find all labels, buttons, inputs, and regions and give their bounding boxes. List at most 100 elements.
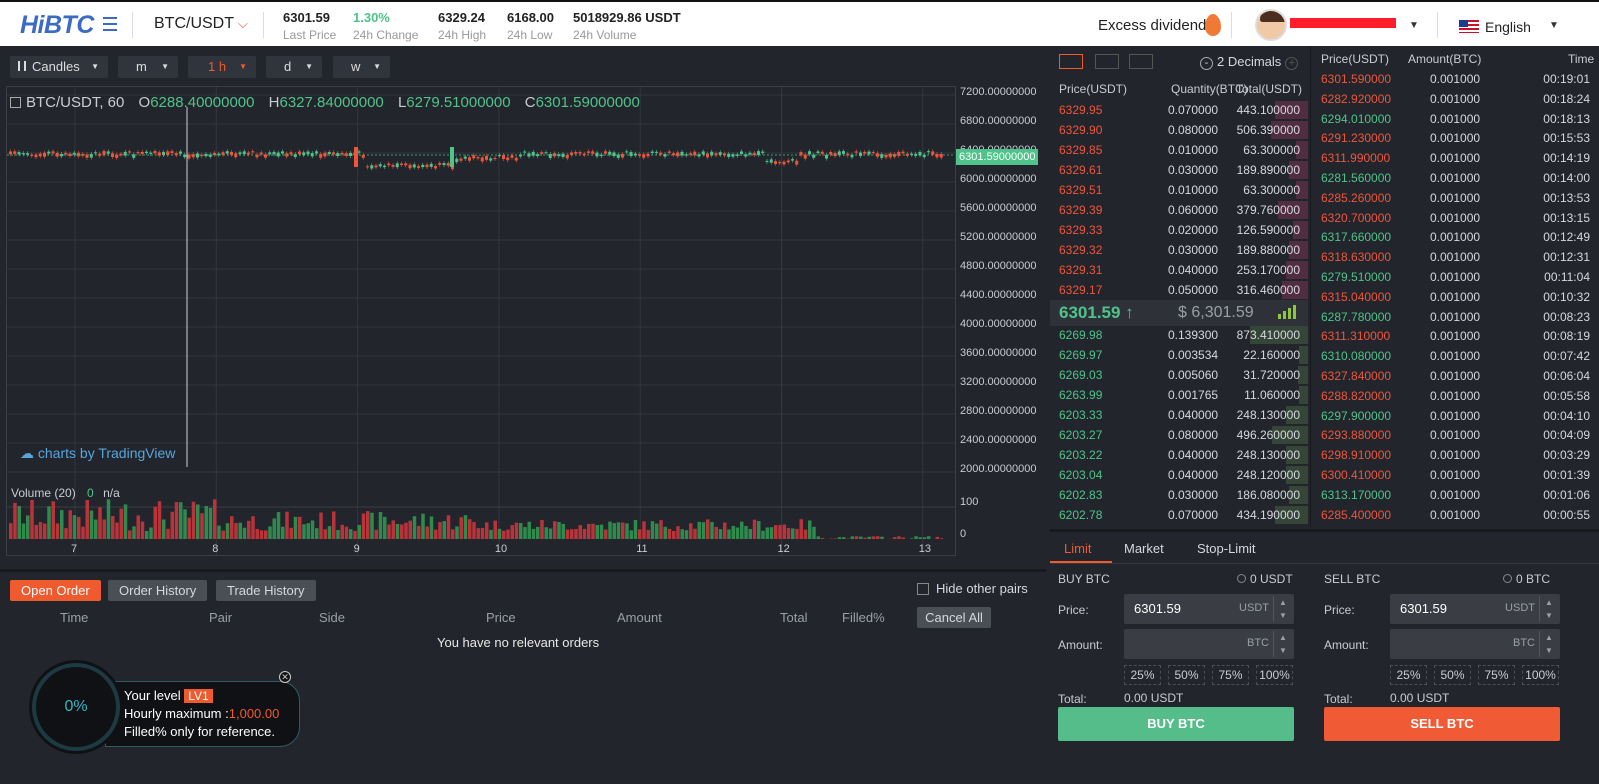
bid-row[interactable]: 6203.04 0.040000 248.120000 — [1050, 465, 1308, 485]
close-icon[interactable]: ✕ — [279, 671, 291, 683]
volume-bar — [565, 529, 570, 539]
volume-bar — [595, 524, 599, 539]
ask-row[interactable]: 6329.39 0.060000 379.760000 — [1050, 200, 1308, 220]
ob-cell: 6329.90 — [1059, 123, 1103, 137]
sell-pct-100[interactable]: 100% — [1522, 665, 1559, 685]
tab-order-history[interactable]: Order History — [108, 580, 208, 601]
excess-dividend-link[interactable]: Excess dividend — [1098, 17, 1206, 34]
user-menu-chevron-icon[interactable]: ▼ — [1409, 20, 1419, 31]
avatar[interactable] — [1255, 9, 1287, 41]
language-selector[interactable]: English — [1485, 19, 1531, 35]
collapse-icon[interactable] — [10, 97, 21, 108]
tab-stop-limit[interactable]: Stop-Limit — [1197, 541, 1256, 556]
chart-type-dropdown[interactable]: Candles ▼ — [10, 56, 108, 78]
tab-trade-history[interactable]: Trade History — [216, 580, 316, 601]
bid-row[interactable]: 6269.97 0.003534 22.160000 — [1050, 345, 1308, 365]
candle — [89, 153, 93, 158]
col-side: Side — [319, 610, 346, 625]
ask-row[interactable]: 6329.95 0.070000 443.100000 — [1050, 100, 1308, 120]
candle — [187, 154, 191, 159]
language-chevron-icon[interactable]: ▼ — [1549, 20, 1559, 31]
book-asks-icon[interactable] — [1129, 54, 1153, 69]
candle — [51, 151, 55, 154]
bid-row[interactable]: 6203.33 0.040000 248.130000 — [1050, 405, 1308, 425]
buy-pct-75[interactable]: 75% — [1212, 665, 1249, 685]
ask-row[interactable]: 6329.85 0.010000 63.300000 — [1050, 140, 1308, 160]
candle — [633, 153, 637, 156]
ob-cell: 6269.03 — [1059, 368, 1103, 382]
volume-bar — [740, 521, 744, 539]
trade-cell: 0.001000 — [1430, 369, 1481, 383]
hide-other-pairs-label[interactable]: Hide other pairs — [936, 581, 1028, 596]
sell-price-input[interactable]: 6301.59 USDT ▲ ▼ — [1390, 594, 1560, 624]
bid-row[interactable]: 6269.03 0.005060 31.720000 — [1050, 365, 1308, 385]
buy-pct-25[interactable]: 25% — [1124, 665, 1161, 685]
buy-amount-input[interactable]: BTC ▲ ▼ — [1124, 629, 1294, 659]
trade-cell: 00:08:19 — [1543, 329, 1590, 344]
trade-cell: 6288.820000 — [1321, 388, 1392, 403]
empty-orders-message: You have no relevant orders — [437, 635, 600, 650]
tab-open-order[interactable]: Open Order — [10, 580, 101, 601]
sell-pct-75[interactable]: 75% — [1478, 665, 1515, 685]
interval-minutes[interactable]: m ▼ — [118, 56, 178, 78]
candle — [888, 153, 892, 158]
bid-row[interactable]: 6203.27 0.080000 496.260000 — [1050, 425, 1308, 445]
sell-button[interactable]: SELL BTC — [1324, 707, 1560, 741]
ask-row[interactable]: 6329.17 0.050000 316.460000 — [1050, 280, 1308, 300]
trade-cell: 6279.510000 — [1321, 270, 1392, 284]
interval-weeks[interactable]: w ▼ — [333, 56, 390, 78]
volume-bar — [638, 529, 642, 539]
volume-bar — [149, 527, 153, 539]
candlestick-plot[interactable] — [6, 86, 956, 556]
ask-row[interactable]: 6329.31 0.040000 253.170000 — [1050, 260, 1308, 280]
interval-days[interactable]: d ▼ — [266, 56, 322, 78]
volume-bar — [332, 511, 336, 539]
volume-bar — [939, 538, 944, 539]
candle — [9, 151, 12, 155]
book-bids-icon[interactable] — [1095, 54, 1119, 69]
buy-price-input[interactable]: 6301.59 USDT ▲ ▼ — [1124, 594, 1294, 624]
decimals-selector[interactable]: -2 Decimals + — [1200, 54, 1299, 70]
volume-bar — [463, 515, 468, 539]
hibtc-logo[interactable]: HiBTC — [20, 11, 94, 40]
y-tick: 3200.00000000 — [960, 376, 1037, 388]
volume-bar — [68, 510, 72, 539]
buy-button[interactable]: BUY BTC — [1058, 707, 1294, 741]
volume-bar — [587, 523, 591, 539]
bid-row[interactable]: 6263.99 0.001765 11.060000 — [1050, 385, 1308, 405]
volume-bar — [434, 529, 438, 539]
ob-cell: 0.080000 — [1168, 123, 1219, 137]
tab-market[interactable]: Market — [1124, 541, 1164, 556]
trade-cell: 00:12:49 — [1543, 230, 1590, 245]
cancel-all-button[interactable]: Cancel All — [917, 607, 991, 628]
ask-row[interactable]: 6329.32 0.030000 189.880000 — [1050, 240, 1308, 260]
sell-pct-25[interactable]: 25% — [1390, 665, 1427, 685]
trade-cell: 00:06:04 — [1543, 369, 1590, 383]
volume-bar — [837, 537, 842, 539]
bid-row[interactable]: 6203.22 0.040000 248.130000 — [1050, 445, 1308, 465]
bid-row[interactable]: 6202.78 0.070000 434.190000 — [1050, 505, 1308, 525]
volume-bar — [706, 519, 710, 539]
interval-hours[interactable]: 1 h ▼ — [188, 56, 256, 78]
pair-selector[interactable]: BTC/USDT ⌵ — [154, 15, 248, 33]
ask-row[interactable]: 6329.61 0.030000 189.890000 — [1050, 160, 1308, 180]
buy-pct-50[interactable]: 50% — [1168, 665, 1205, 685]
sell-amount-input[interactable]: BTC ▲ ▼ — [1390, 629, 1560, 659]
candle — [153, 151, 157, 154]
ask-row[interactable]: 6329.33 0.020000 126.590000 — [1050, 220, 1308, 240]
buy-total: 0.00 USDT — [1124, 691, 1184, 705]
tradingview-watermark[interactable]: ☁ charts by TradingView — [20, 445, 175, 462]
buy-pct-100[interactable]: 100% — [1256, 665, 1293, 685]
hide-other-pairs-checkbox[interactable] — [917, 583, 929, 595]
candle — [599, 154, 603, 157]
candle — [442, 163, 446, 166]
bid-row[interactable]: 6202.83 0.030000 186.080000 — [1050, 485, 1308, 505]
ask-row[interactable]: 6329.90 0.080000 506.390000 — [1050, 120, 1308, 140]
tab-limit[interactable]: Limit — [1064, 541, 1091, 556]
sell-pct-50[interactable]: 50% — [1434, 665, 1471, 685]
bid-row[interactable]: 6269.98 0.139300 873.410000 — [1050, 325, 1308, 345]
ask-row[interactable]: 6329.51 0.010000 63.300000 — [1050, 180, 1308, 200]
trade-cell: 6281.560000 — [1321, 171, 1392, 185]
book-both-icon[interactable] — [1059, 54, 1083, 69]
candle — [425, 164, 429, 168]
